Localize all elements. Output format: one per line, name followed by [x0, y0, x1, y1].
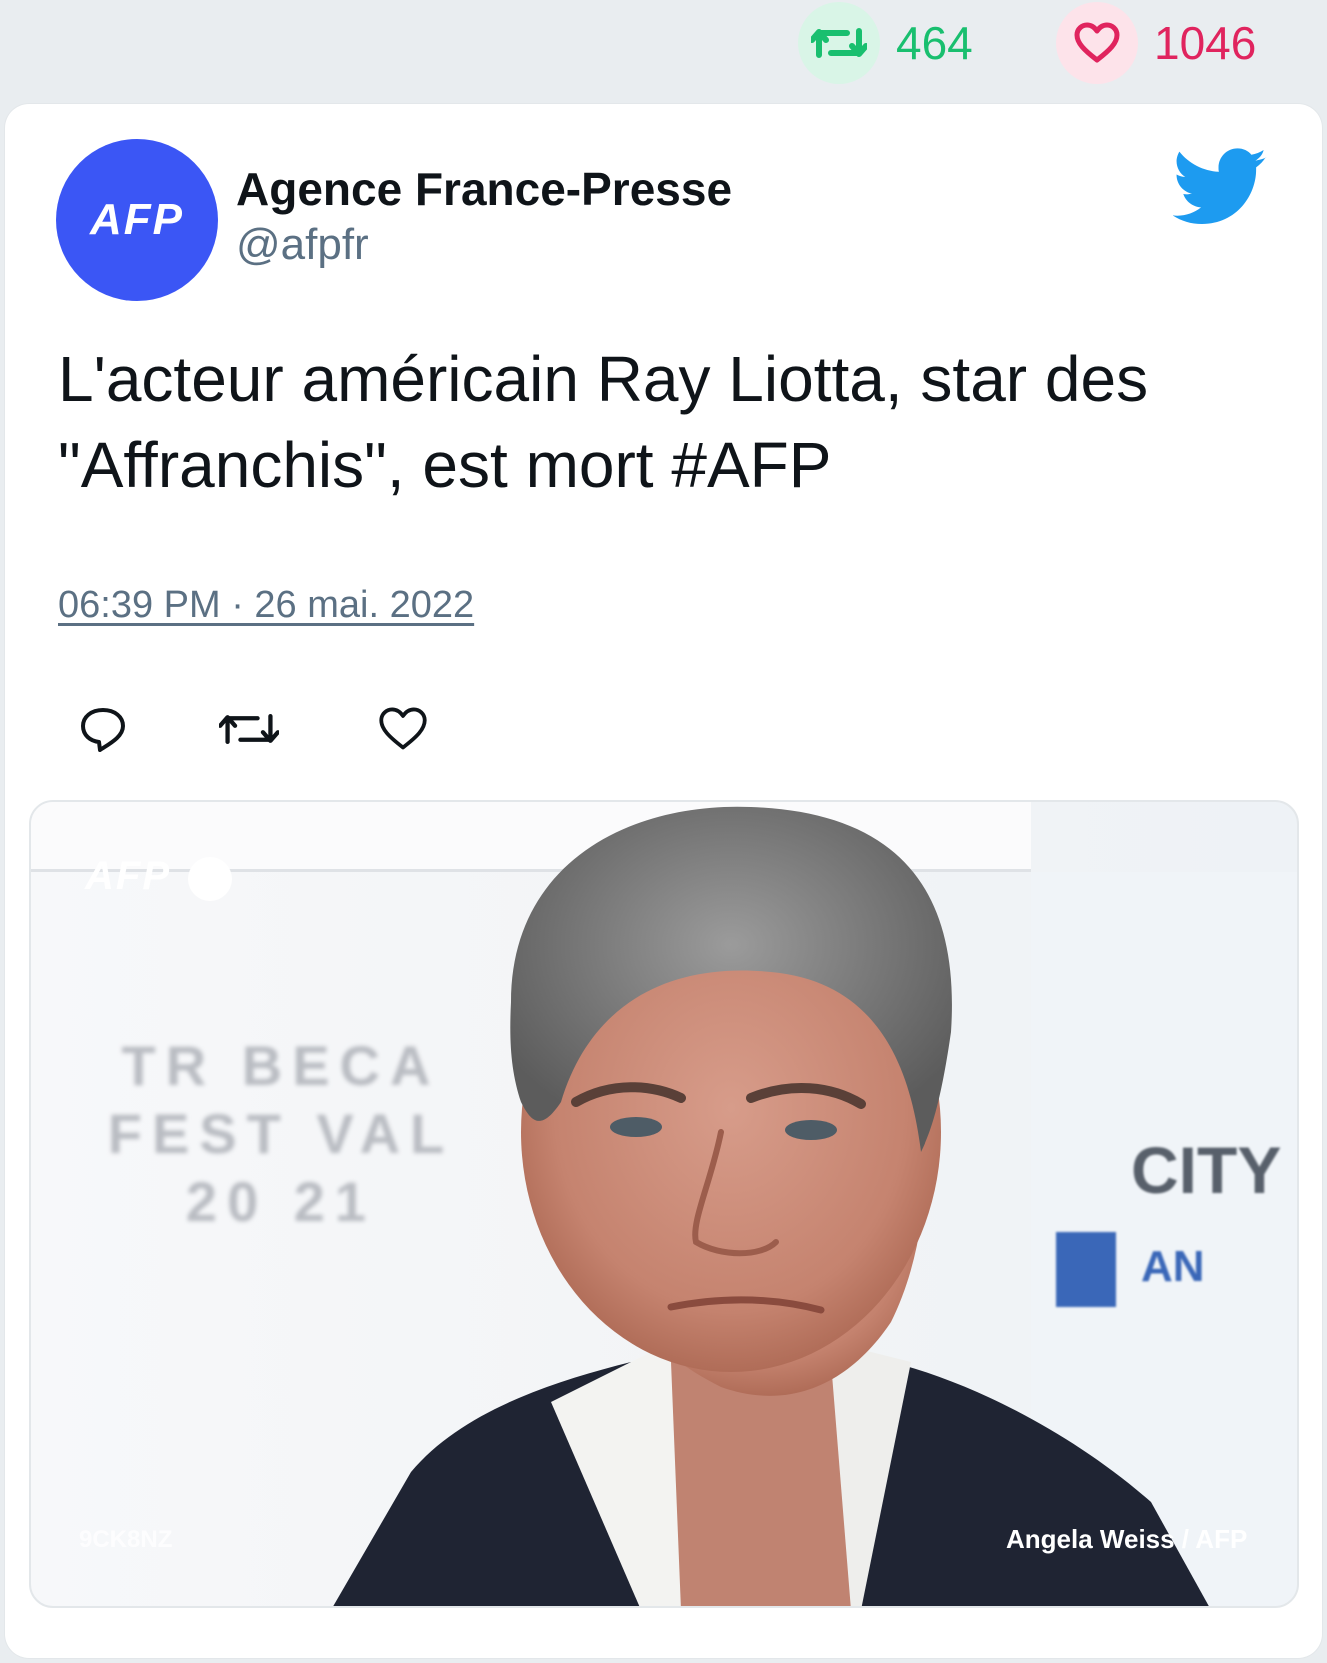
avatar[interactable]: AFP — [56, 139, 218, 301]
like-stat[interactable]: 1046 — [1056, 2, 1256, 84]
avatar-label: AFP — [90, 195, 184, 244]
twitter-bird-icon[interactable] — [1173, 148, 1268, 228]
like-button[interactable] — [373, 699, 433, 759]
retweet-icon — [798, 2, 880, 84]
tweet-media-image[interactable]: TR BECA FEST VAL 20 21 CITY AN AFP 9CK8N… — [29, 800, 1299, 1608]
heart-icon — [1056, 2, 1138, 84]
retweet-icon — [219, 714, 279, 744]
like-count: 1046 — [1154, 17, 1257, 69]
tweet-card: AFP Agence France-Presse @afpfr L'acteur… — [5, 104, 1322, 1658]
engagement-stats-bar: 464 1046 — [0, 0, 1327, 100]
photo-code: 9CK8NZ — [79, 1526, 173, 1553]
portrait-figure — [333, 806, 1209, 1606]
media-watermark: AFP — [85, 854, 171, 898]
reply-icon — [81, 708, 125, 752]
watermark-dot-icon — [188, 857, 232, 901]
like-icon — [379, 707, 427, 750]
tweet-text: L'acteur américain Ray Liotta, star des … — [58, 343, 1149, 501]
retweet-button[interactable] — [219, 699, 279, 759]
retweet-stat[interactable]: 464 — [798, 2, 973, 84]
tweet-timestamp[interactable]: 06:39 PM · 26 mai. 2022 — [58, 584, 474, 627]
retweet-count: 464 — [896, 17, 973, 69]
user-handle[interactable]: @afpfr — [236, 220, 369, 270]
reply-button[interactable] — [73, 699, 133, 759]
display-name[interactable]: Agence France-Presse — [236, 162, 732, 216]
photo-credit: Angela Weiss / AFP — [1006, 1524, 1248, 1554]
